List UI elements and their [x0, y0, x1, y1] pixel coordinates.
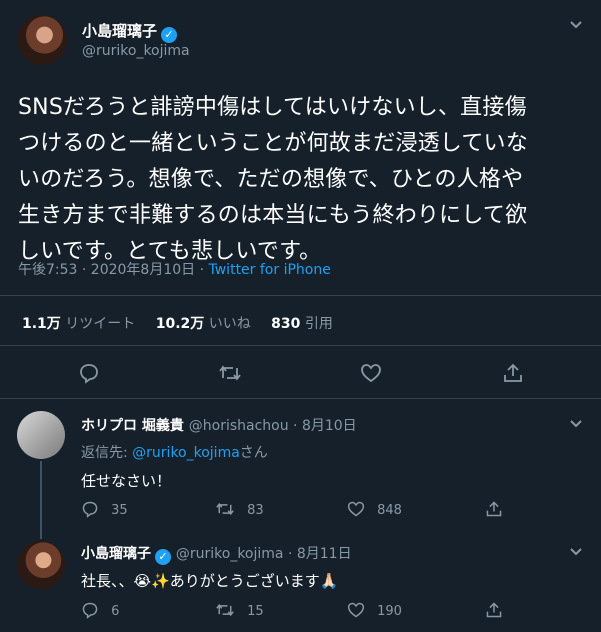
verified-badge-icon: ✓: [161, 27, 178, 43]
tweet-actions: [0, 362, 601, 388]
reply-author[interactable]: ホリプロ 堀義貴 @horishachou · 8月10日: [81, 415, 357, 435]
retweet-icon[interactable]: [218, 362, 242, 384]
heart-icon[interactable]: [360, 362, 382, 384]
reply-button[interactable]: 35: [81, 500, 128, 518]
reply-author-name: 小島瑠璃子: [81, 546, 151, 562]
timestamp[interactable]: 午後7:53 · 2020年8月10日 ·: [18, 262, 209, 278]
avatar[interactable]: [17, 411, 65, 459]
like-label: いいね: [204, 316, 251, 332]
thread-line: [40, 461, 42, 535]
like-stat[interactable]: 10.2万 いいね: [156, 316, 251, 332]
tweet-text: SNSだろうと誹謗中傷はしてはいけないし、直接傷 つけるのと一緒ということが何故…: [18, 90, 583, 270]
author-handle[interactable]: @ruriko_kojima: [82, 43, 190, 59]
reply-author-handle: @horishachou · 8月10日: [188, 418, 357, 434]
retweet-icon: [216, 502, 234, 516]
author-name[interactable]: 小島瑠璃子 ✓: [82, 20, 178, 43]
reply-text: 社長、、😭✨ありがとうございます🙏🏻: [81, 572, 339, 590]
share-button[interactable]: [485, 500, 503, 518]
replying-to: 返信先: @ruriko_kojimaさん: [81, 442, 268, 462]
reply-author-name: ホリプロ 堀義貴: [81, 418, 184, 434]
retweet-button[interactable]: 15: [215, 601, 264, 619]
retweet-label: リツイート: [60, 316, 136, 332]
reply-tweet[interactable]: 小島瑠璃子 ✓ @ruriko_kojima · 8月11日 社長、、😭✨ありがと…: [0, 535, 601, 632]
like-count: 848: [377, 503, 402, 518]
like-count: 190: [377, 604, 402, 619]
tweet-stats: 1.1万 リツイート 10.2万 いいね 830 引用: [22, 313, 333, 333]
like-button[interactable]: 190: [347, 601, 402, 619]
like-button[interactable]: 848: [347, 500, 402, 518]
source-link[interactable]: Twitter for iPhone: [209, 262, 331, 278]
verified-badge-icon: ✓: [155, 549, 171, 565]
tweet-text-line: いのだろう。想像で、ただの想像で、ひとの人格や: [18, 167, 524, 192]
retweet-icon: [216, 603, 234, 617]
chevron-down-icon[interactable]: [569, 20, 583, 30]
reply-text: 任せなさい！: [81, 472, 172, 490]
reply-author-handle: @ruriko_kojima · 8月11日: [175, 546, 352, 562]
reply-count: 35: [111, 503, 128, 518]
author-name-text: 小島瑠璃子: [82, 22, 158, 40]
heart-icon: [347, 501, 365, 517]
avatar[interactable]: [17, 15, 67, 65]
chevron-down-icon[interactable]: [569, 547, 583, 557]
chevron-down-icon[interactable]: [569, 419, 583, 429]
avatar[interactable]: [17, 541, 65, 589]
heart-icon: [347, 602, 365, 618]
like-count: 10.2万: [155, 316, 205, 332]
reply-author[interactable]: 小島瑠璃子 ✓ @ruriko_kojima · 8月11日: [81, 543, 352, 565]
quote-label: 引用: [300, 316, 333, 332]
tweet-text-line: つけるのと一緒ということが何故まだ浸透していな: [18, 131, 528, 156]
thread-line: [40, 535, 42, 539]
reply-count: 6: [111, 604, 120, 619]
mention-link[interactable]: @ruriko_kojima: [132, 445, 240, 461]
reply-tweet[interactable]: ホリプロ 堀義貴 @horishachou · 8月10日 返信先: @ruri…: [0, 399, 601, 535]
share-icon: [486, 501, 502, 517]
tweet-text-line: 生き方まで非難するのは本当にもう終わりにして欲: [18, 203, 528, 228]
retweet-count: 83: [247, 503, 264, 518]
reply-actions: 6 15 190: [81, 601, 581, 621]
share-icon[interactable]: [502, 362, 524, 384]
replying-label: 返信先:: [81, 445, 133, 461]
retweet-stat[interactable]: 1.1万 リツイート: [22, 316, 135, 332]
reply-actions: 35 83 848: [81, 500, 581, 520]
retweet-count: 1.1万: [22, 316, 61, 332]
reply-icon[interactable]: [78, 362, 100, 384]
share-icon: [486, 602, 502, 618]
reply-icon: [82, 501, 98, 518]
tweet-text-line: SNSだろうと誹謗中傷はしてはいけないし、直接傷: [18, 95, 527, 120]
retweet-count: 15: [247, 604, 264, 619]
quote-stat[interactable]: 830 引用: [271, 316, 333, 332]
retweet-button[interactable]: 83: [215, 500, 264, 518]
replying-suffix: さん: [239, 445, 268, 461]
quote-count: 830: [271, 316, 301, 332]
reply-button[interactable]: 6: [81, 601, 119, 619]
divider: [0, 295, 601, 296]
tweet-meta: 午後7:53 · 2020年8月10日 · Twitter for iPhone: [18, 259, 331, 279]
divider: [0, 345, 601, 346]
share-button[interactable]: [485, 601, 503, 619]
reply-icon: [82, 602, 98, 619]
